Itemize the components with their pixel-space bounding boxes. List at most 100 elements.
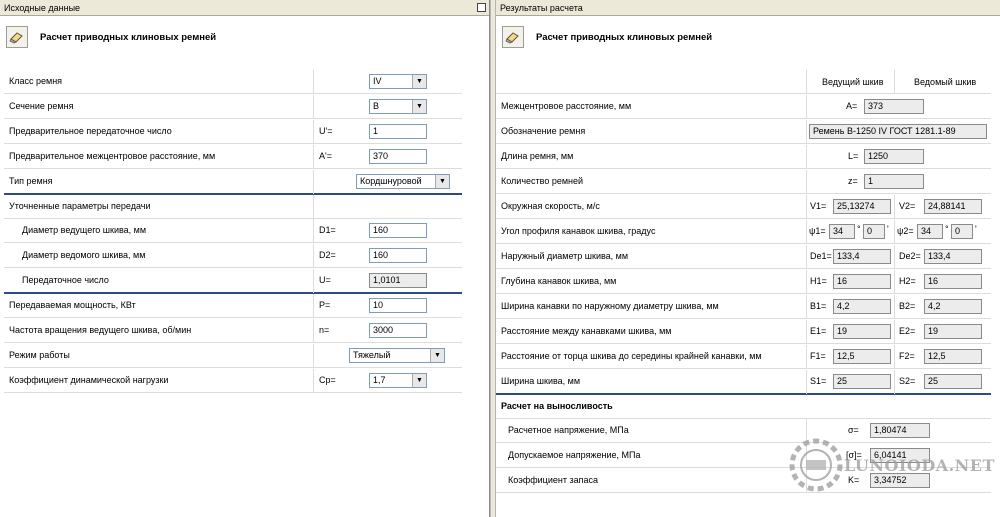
rpm-input[interactable]: 3000 (369, 323, 427, 338)
eraser-icon (502, 26, 524, 48)
prelim-distance-input[interactable]: 370 (369, 149, 427, 164)
row-designation: Обозначение ремня Ремень B-1250 IV ГОСТ … (496, 120, 991, 144)
chevron-down-icon[interactable]: ▼ (412, 100, 426, 113)
column-divider (806, 295, 807, 319)
row-belt-type: Тип ремня Кордшнуровой ▼ (4, 170, 462, 195)
chevron-down-icon[interactable]: ▼ (435, 175, 449, 188)
chevron-down-icon[interactable]: ▼ (430, 349, 444, 362)
v1-symbol: V1= (810, 201, 827, 211)
d2-label: Диаметр ведомого шкива, мм (22, 250, 146, 260)
column-divider (894, 295, 895, 319)
belt-section-select[interactable]: B ▼ (369, 99, 427, 114)
mode-label: Режим работы (9, 350, 70, 360)
power-input[interactable]: 10 (369, 298, 427, 313)
stress-label: Расчетное напряжение, МПа (508, 425, 629, 435)
degree-sign: ° (945, 224, 949, 234)
dyn-coef-select[interactable]: 1,7 ▼ (369, 373, 427, 388)
column-divider (313, 145, 314, 169)
b1-symbol: B1= (810, 301, 827, 311)
e2-symbol: E2= (899, 326, 916, 336)
column-divider (806, 270, 807, 294)
column-divider (806, 345, 807, 369)
v2-symbol: V2= (899, 201, 916, 211)
input-form-title: Расчет приводных клиновых ремней (40, 31, 217, 43)
row-angle: Угол профиля канавок шкива, градус ψ1= 3… (496, 220, 991, 244)
b2-symbol: B2= (899, 301, 916, 311)
row-velocity: Окружная скорость, м/с V1= 25,13274 V2= … (496, 195, 991, 219)
b1-output: 4,2 (833, 299, 891, 314)
belt-type-value: Кордшнуровой (360, 176, 422, 186)
d1-label: Диаметр ведущего шкива, мм (22, 225, 147, 235)
d2-input[interactable]: 160 (369, 248, 427, 263)
chevron-down-icon[interactable]: ▼ (412, 75, 426, 88)
row-rpm: Частота вращения ведущего шкива, об/мин … (4, 319, 462, 343)
belt-type-select[interactable]: Кордшнуровой ▼ (356, 174, 450, 189)
velocity-label: Окружная скорость, м/с (501, 201, 600, 211)
gear-icon (789, 438, 843, 492)
belt-length-output: 1250 (864, 149, 924, 164)
h1-symbol: H1= (810, 276, 827, 286)
d1-input[interactable]: 160 (369, 223, 427, 238)
results-title: Расчет приводных клиновых ремней (536, 31, 713, 43)
column-divider (806, 70, 807, 94)
driven-pulley-header: Ведомый шкив (914, 77, 977, 87)
column-divider (313, 170, 314, 194)
e2-output: 19 (924, 324, 982, 339)
results-panel-title: Результаты расчета (500, 3, 583, 13)
column-divider (894, 245, 895, 269)
v1-output: 25,13274 (833, 199, 891, 214)
column-divider (894, 70, 895, 94)
ratio-label: Передаточное число (22, 275, 109, 285)
prelim-ratio-label: Предварительное передаточное число (9, 126, 172, 136)
allowed-stress-label: Допускаемое напряжение, МПа (508, 450, 641, 460)
h2-symbol: H2= (899, 276, 916, 286)
input-panel-header: Исходные данные (0, 0, 489, 16)
minute-sign: ' (887, 224, 889, 234)
d1-symbol: D1= (319, 225, 336, 235)
driving-pulley-header: Ведущий шкив (822, 77, 884, 87)
restore-icon[interactable] (477, 3, 486, 12)
dyn-coef-value: 1,7 (373, 375, 386, 385)
s2-output: 25 (924, 374, 982, 389)
f2-symbol: F2= (899, 351, 915, 361)
row-prelim-distance: Предварительное межцентровое расстояние,… (4, 145, 462, 169)
psi1-symbol: ψ1= (809, 226, 826, 236)
center-distance-label: Межцентровое расстояние, мм (501, 101, 632, 111)
mode-select[interactable]: Тяжелый ▼ (349, 348, 445, 363)
belt-class-label: Класс ремня (9, 76, 63, 86)
eraser-icon (6, 26, 28, 48)
column-divider (313, 269, 314, 293)
center-distance-output: 373 (864, 99, 924, 114)
column-divider (894, 320, 895, 344)
power-label: Передаваемая мощность, КВт (9, 300, 136, 310)
row-belt-section: Сечение ремня B ▼ (4, 95, 462, 119)
row-ratio: Передаточное число U= 1,0101 (4, 269, 462, 294)
s1-output: 25 (833, 374, 891, 389)
row-groove-width: Ширина канавки по наружному диаметру шки… (496, 295, 991, 319)
column-divider (313, 344, 314, 368)
psi1-minutes: 0 (863, 224, 885, 239)
column-divider (894, 370, 895, 394)
column-divider (894, 195, 895, 219)
column-divider (894, 270, 895, 294)
b2-output: 4,2 (924, 299, 982, 314)
prelim-ratio-input[interactable]: 1 (369, 124, 427, 139)
psi1-degrees: 34 (829, 224, 855, 239)
row-groove-spacing: Расстояние между канавками шкива, мм E1=… (496, 320, 991, 344)
column-divider (894, 220, 895, 244)
chevron-down-icon[interactable]: ▼ (412, 374, 426, 387)
s2-symbol: S2= (899, 376, 916, 386)
belt-count-label: Количество ремней (501, 176, 584, 186)
column-divider (806, 145, 807, 169)
column-divider (806, 220, 807, 244)
rpm-symbol: n= (319, 325, 330, 335)
belt-section-value: B (373, 101, 380, 111)
watermark-text: LUNOIODA.NET (844, 456, 995, 475)
ratio-symbol: U= (319, 275, 331, 285)
belt-section-label: Сечение ремня (9, 101, 74, 111)
belt-count-symbol: z= (848, 176, 858, 186)
mode-value: Тяжелый (353, 350, 391, 360)
row-edge-distance: Расстояние от торца шкива до середины кр… (496, 345, 991, 369)
h2-output: 16 (924, 274, 982, 289)
belt-class-select[interactable]: IV ▼ (369, 74, 427, 89)
